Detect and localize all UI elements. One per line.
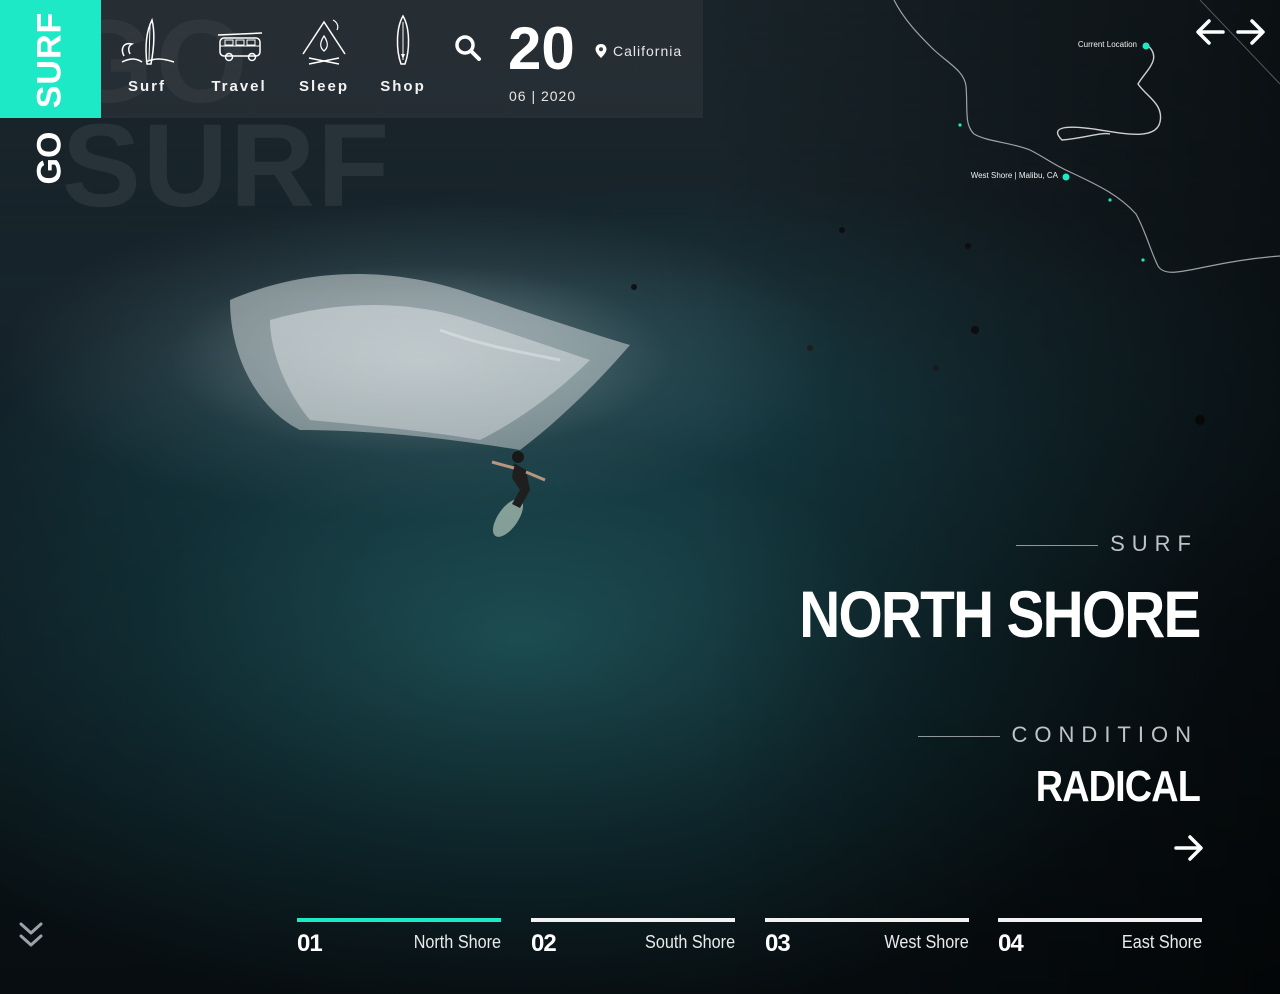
tab-south-shore[interactable]: 02 South Shore [531,918,735,958]
brand-word-surf: SURF [30,11,69,109]
nav-label-travel: Travel [211,78,267,95]
tab-number: 03 [765,930,791,957]
tab-west-shore[interactable]: 03 West Shore [765,918,969,958]
hero-kicker: SURF [1110,531,1198,556]
explore-arrow-icon[interactable] [1174,834,1204,862]
tab-label: North Shore [413,932,501,952]
condition-label: CONDITION [1011,722,1198,747]
nav-item-travel[interactable]: Travel [197,14,281,95]
tab-number: 02 [531,930,557,957]
tab-north-shore[interactable]: 01 North Shore [297,918,501,958]
surfboard-icon [396,14,410,65]
current-location-marker[interactable] [1142,42,1150,50]
nav-label-surf: Surf [128,78,166,95]
nav-item-shop[interactable]: Shop [361,14,445,95]
hero-title: NORTH SHORE [799,577,1202,651]
map-dot [958,123,962,127]
west-shore-label: West Shore | Malibu, CA [971,171,1059,180]
date-day: 20 [508,15,575,82]
map-pin-icon [595,44,607,58]
map-dot [1141,258,1145,262]
condition-divider [918,736,1000,737]
tab-number: 04 [998,930,1024,957]
condition-value: RADICAL [1035,762,1201,811]
tab-east-shore[interactable]: 04 East Shore [998,918,1202,958]
next-arrow-icon[interactable] [1236,18,1266,46]
tab-label: South Shore [644,932,735,952]
west-shore-marker[interactable] [1062,173,1070,181]
location-label: California [613,43,683,59]
nav-item-sleep[interactable]: Sleep [282,14,366,95]
tab-number: 01 [297,930,323,957]
current-location-label: Current Location [1078,40,1137,49]
nav-label-sleep: Sleep [298,78,350,95]
camper-van-icon [217,32,263,62]
map-dot [1108,198,1112,202]
brand-word-go: GO [30,131,69,185]
nav-label-shop: Shop [380,78,426,95]
scroll-down-chevron-icon[interactable] [18,920,44,952]
location-selector[interactable]: California [595,43,682,59]
tab-label: East Shore [1121,932,1202,952]
tent-campfire-icon [302,19,346,65]
date-month-year: 06 | 2020 [509,88,577,104]
kicker-divider [1016,545,1098,546]
tab-label: West Shore [884,932,969,952]
previous-arrow-icon[interactable] [1195,18,1225,46]
top-navigation-bar: Surf Travel Sleep Shop 20 06 | 2020 Cali… [101,0,703,118]
search-icon[interactable] [454,34,482,62]
surfboard-wave-icon [121,17,175,65]
nav-item-surf[interactable]: Surf [105,14,189,95]
